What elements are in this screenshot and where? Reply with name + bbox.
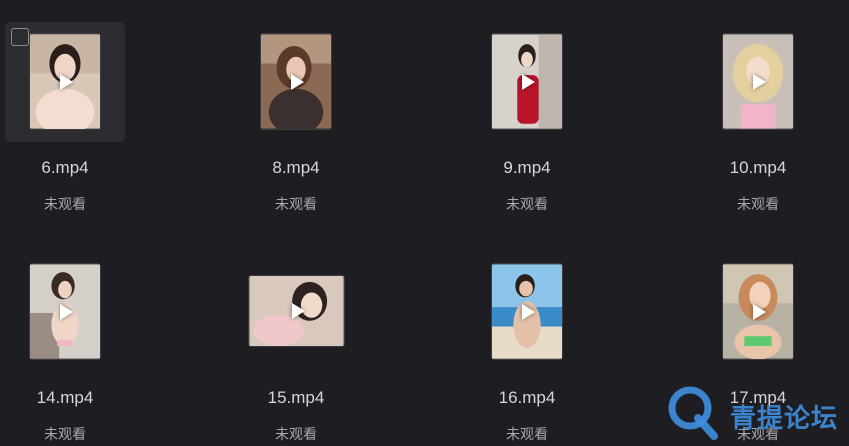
watch-status: 未观看 [44, 197, 86, 213]
play-icon [753, 303, 766, 320]
file-name: 6.mp4 [41, 158, 89, 177]
play-icon [60, 73, 73, 90]
video-thumbnail[interactable] [491, 33, 563, 130]
watch-status: 未观看 [506, 197, 548, 213]
play-icon [291, 303, 305, 319]
file-name: 14.mp4 [36, 388, 94, 407]
play-icon [291, 73, 304, 90]
play-icon [753, 73, 766, 90]
watch-status: 未观看 [44, 427, 86, 443]
video-item[interactable]: 15.mp4 未观看 [236, 252, 356, 446]
play-icon [60, 303, 73, 320]
video-thumbnail[interactable] [29, 33, 101, 130]
video-grid: 6.mp4 未观看 8.mp4 未观看 9.mp4 未观看 10.mp4 未观看… [0, 0, 849, 446]
checkbox-icon[interactable] [11, 28, 29, 46]
file-name: 10.mp4 [729, 158, 787, 177]
watch-status: 未观看 [506, 427, 548, 443]
video-item[interactable]: 16.mp4 未观看 [467, 252, 587, 446]
video-item[interactable]: 6.mp4 未观看 [5, 22, 125, 232]
video-thumbnail[interactable] [491, 263, 563, 360]
video-thumbnail[interactable] [29, 263, 101, 360]
video-thumbnail[interactable] [722, 33, 794, 130]
file-name: 8.mp4 [272, 158, 320, 177]
video-item[interactable]: 9.mp4 未观看 [467, 22, 587, 232]
play-icon [522, 73, 535, 90]
q-logo-icon [668, 386, 718, 440]
video-item[interactable]: 8.mp4 未观看 [236, 22, 356, 232]
video-thumbnail[interactable] [248, 275, 345, 347]
watch-status: 未观看 [737, 197, 779, 213]
video-thumbnail[interactable] [260, 33, 332, 130]
watch-status: 未观看 [275, 197, 317, 213]
play-icon [522, 303, 535, 320]
file-name: 9.mp4 [503, 158, 551, 177]
site-watermark: 青提论坛 [664, 380, 844, 440]
watermark-text: 青提论坛 [730, 404, 839, 434]
watch-status: 未观看 [275, 427, 317, 443]
video-item[interactable]: 14.mp4 未观看 [5, 252, 125, 446]
file-name: 16.mp4 [498, 388, 556, 407]
video-item[interactable]: 10.mp4 未观看 [698, 22, 818, 232]
video-thumbnail[interactable] [722, 263, 794, 360]
file-name: 15.mp4 [267, 388, 325, 407]
